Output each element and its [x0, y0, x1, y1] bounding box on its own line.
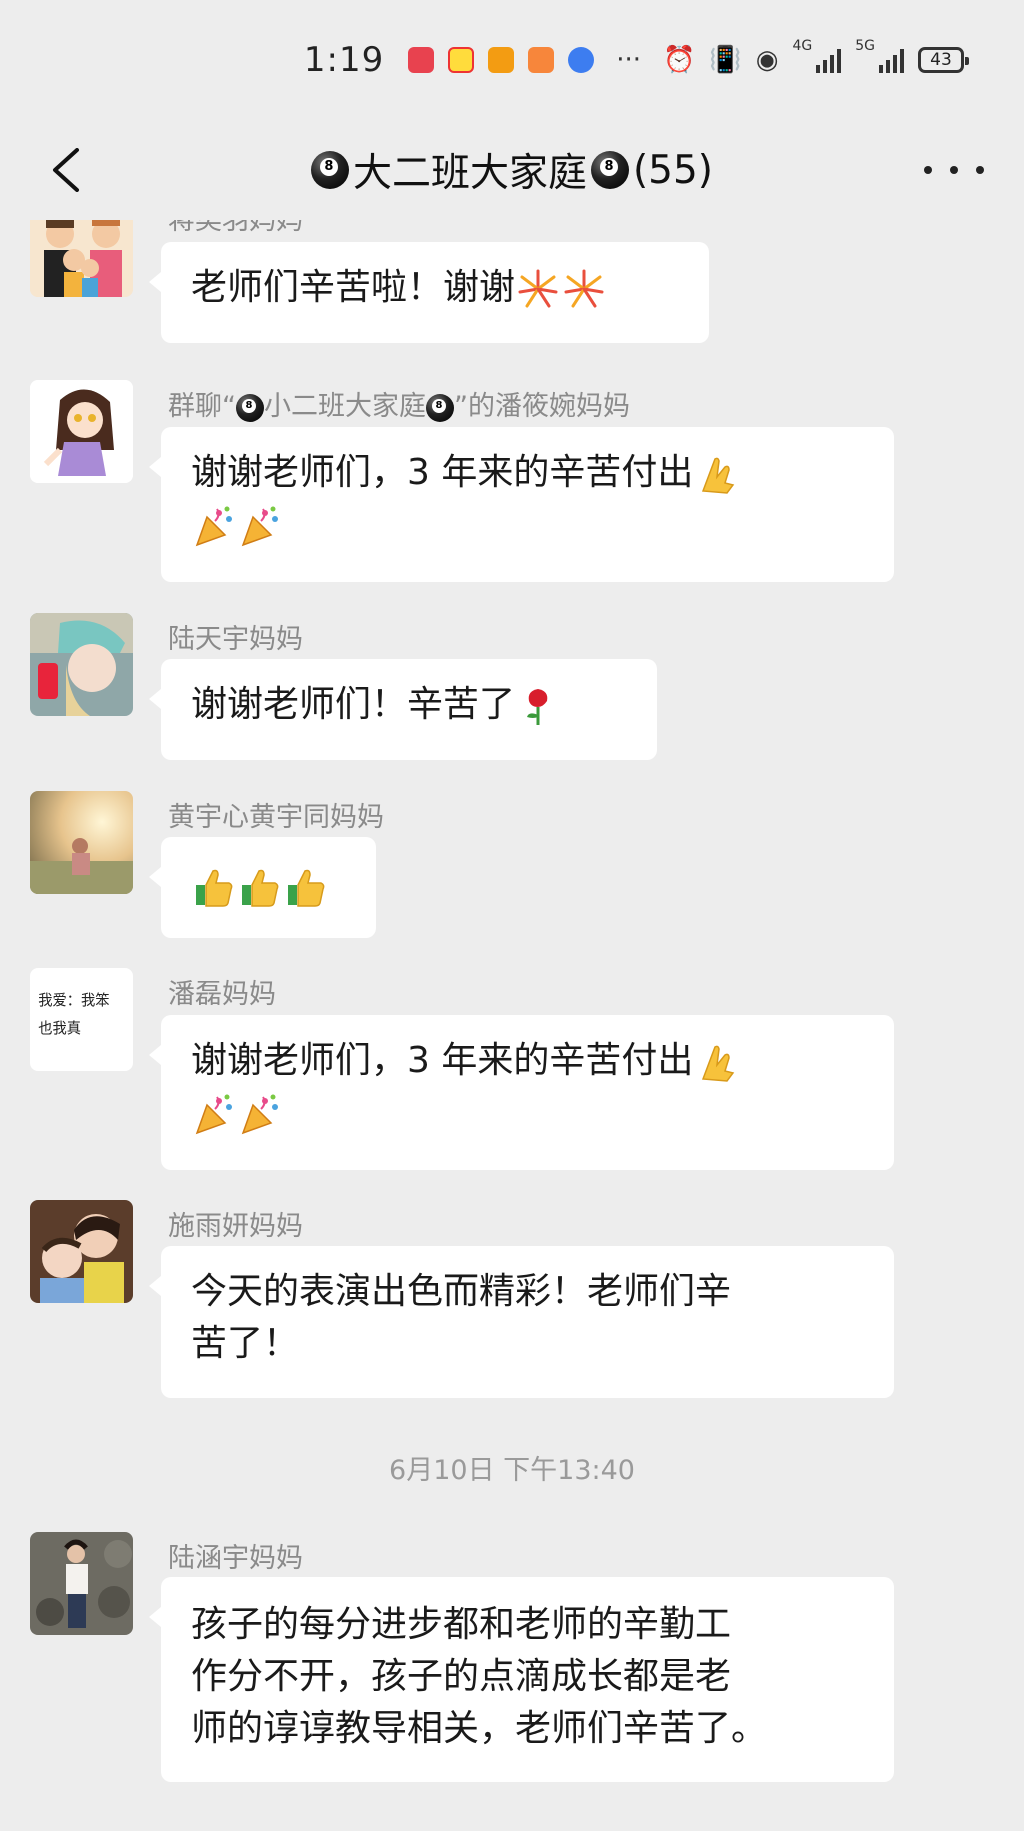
- message-text: 老师们辛苦啦！谢谢: [191, 267, 516, 308]
- sender-name: 蒋奕羽妈妈: [168, 220, 303, 236]
- player-app-icon: [528, 47, 555, 73]
- more-options-button[interactable]: [924, 150, 984, 190]
- billiard-ball-icon: [590, 151, 629, 189]
- family-cartoon-avatar-icon: [30, 220, 133, 297]
- alarm-icon: ⏰: [663, 45, 696, 75]
- message-bubble[interactable]: 谢谢老师们，3 年来的辛苦付出: [149, 427, 894, 582]
- avatar[interactable]: [30, 1532, 133, 1635]
- message-bubble[interactable]: 谢谢老师们！辛苦了: [149, 659, 657, 760]
- message-text: 谢谢老师们，3 年来的辛苦付出: [191, 452, 694, 493]
- status-time: 1:19: [303, 40, 385, 80]
- sunset-child-avatar-icon: [30, 791, 133, 894]
- party-popper-icon: [195, 1094, 232, 1135]
- dot-icon: [976, 166, 984, 174]
- avatar-handwriting: 我爱：我笨 也我真: [38, 991, 110, 1037]
- chat-title: 大二班大家庭 (55): [310, 142, 714, 198]
- avatar[interactable]: [30, 220, 133, 297]
- message-bubble[interactable]: [149, 837, 376, 938]
- message-text-line-1: 孩子的每分进步都和老师的辛勤工: [191, 1604, 732, 1645]
- party-popper-icon: [195, 506, 232, 547]
- billiard-ball-icon: [426, 393, 454, 422]
- chat-header: 大二班大家庭 (55): [0, 120, 1024, 220]
- message-text-line-2: 苦了！: [191, 1323, 300, 1364]
- woman-on-rocks-avatar-icon: [30, 1532, 133, 1635]
- billiard-ball-icon: [236, 393, 264, 422]
- group-name: 大二班大家庭: [352, 151, 587, 196]
- reader-app-icon: [408, 47, 435, 73]
- avatar[interactable]: [30, 613, 133, 716]
- avatar[interactable]: 我爱：我笨 也我真: [30, 968, 133, 1071]
- message-text-line-1: 今天的表演出色而精彩！老师们辛: [191, 1271, 732, 1312]
- dot-icon: [924, 166, 932, 174]
- thumbs-up-icon: [288, 869, 325, 907]
- message-text-line-3: 师的谆谆教导相关，老师们辛苦了。: [191, 1708, 768, 1749]
- hotspot-icon: ◉: [755, 45, 779, 75]
- music-app-icon: [568, 47, 595, 73]
- member-count: (55): [632, 147, 714, 193]
- party-popper-icon: [241, 1094, 278, 1135]
- thumbs-up-icon: [196, 869, 233, 907]
- more-notifications-icon: ···: [616, 45, 642, 75]
- signal-2-icon: [879, 47, 904, 73]
- dot-icon: [950, 166, 958, 174]
- message-text: 谢谢老师们，3 年来的辛苦付出: [191, 1040, 694, 1081]
- message-list[interactable]: 蒋奕羽妈妈 老师们辛苦啦！谢谢 群聊“小二班大家庭”的潘筱婉妈妈 谢谢老师们，3…: [0, 220, 1024, 1831]
- sender-name: 陆天宇妈妈: [168, 624, 303, 655]
- status-bar: 1:19 ··· ⏰ 📳 ◉ 4G 5G 43: [0, 0, 1024, 120]
- pray-icon: [702, 457, 735, 494]
- signal-1-icon: [816, 47, 842, 73]
- sender-name: 施雨妍妈妈: [168, 1211, 303, 1242]
- video-app-icon: [488, 47, 515, 73]
- pray-icon: [702, 1045, 735, 1082]
- message-text: 谢谢老师们！辛苦了: [191, 684, 516, 725]
- chevron-left-icon: [53, 148, 79, 192]
- message-bubble[interactable]: 老师们辛苦啦！谢谢: [149, 242, 709, 343]
- battery-icon: 43: [918, 47, 969, 73]
- thumbs-up-icon: [242, 869, 279, 907]
- vibrate-icon: 📳: [709, 45, 742, 75]
- billiard-ball-icon: [310, 151, 349, 189]
- cartoon-girl-avatar-icon: [30, 380, 133, 483]
- rose-icon: [527, 689, 548, 725]
- sender-name: 陆涵宇妈妈: [168, 1543, 303, 1574]
- timestamp-divider: 6月10日 下午13:40: [389, 1455, 635, 1486]
- message-bubble[interactable]: 谢谢老师们，3 年来的辛苦付出: [149, 1015, 894, 1170]
- sender-name: 潘磊妈妈: [168, 979, 276, 1010]
- sender-name: 群聊“小二班大家庭”的潘筱婉妈妈: [168, 384, 630, 423]
- fireworks-icon: [564, 269, 604, 308]
- avatar[interactable]: [30, 380, 133, 483]
- children-photo-avatar-icon: [30, 1200, 133, 1303]
- message-text-line-2: 作分不开，孩子的点滴成长都是老: [191, 1656, 732, 1697]
- signal-2-label: 5G: [855, 38, 875, 54]
- back-button[interactable]: [38, 142, 94, 198]
- sender-name: 黄宇心黄宇同妈妈: [168, 802, 384, 833]
- fireworks-icon: [518, 269, 558, 308]
- avatar[interactable]: [30, 791, 133, 894]
- message-bubble[interactable]: 今天的表演出色而精彩！老师们辛 苦了！: [149, 1246, 894, 1398]
- avatar[interactable]: [30, 1200, 133, 1303]
- signal-1-label: 4G: [792, 38, 813, 54]
- selfie-avatar-icon: [30, 613, 133, 716]
- party-popper-icon: [241, 506, 278, 547]
- shopping-618-app-icon: [448, 47, 475, 73]
- message-bubble[interactable]: 孩子的每分进步都和老师的辛勤工 作分不开，孩子的点滴成长都是老 师的谆谆教导相关…: [149, 1577, 894, 1782]
